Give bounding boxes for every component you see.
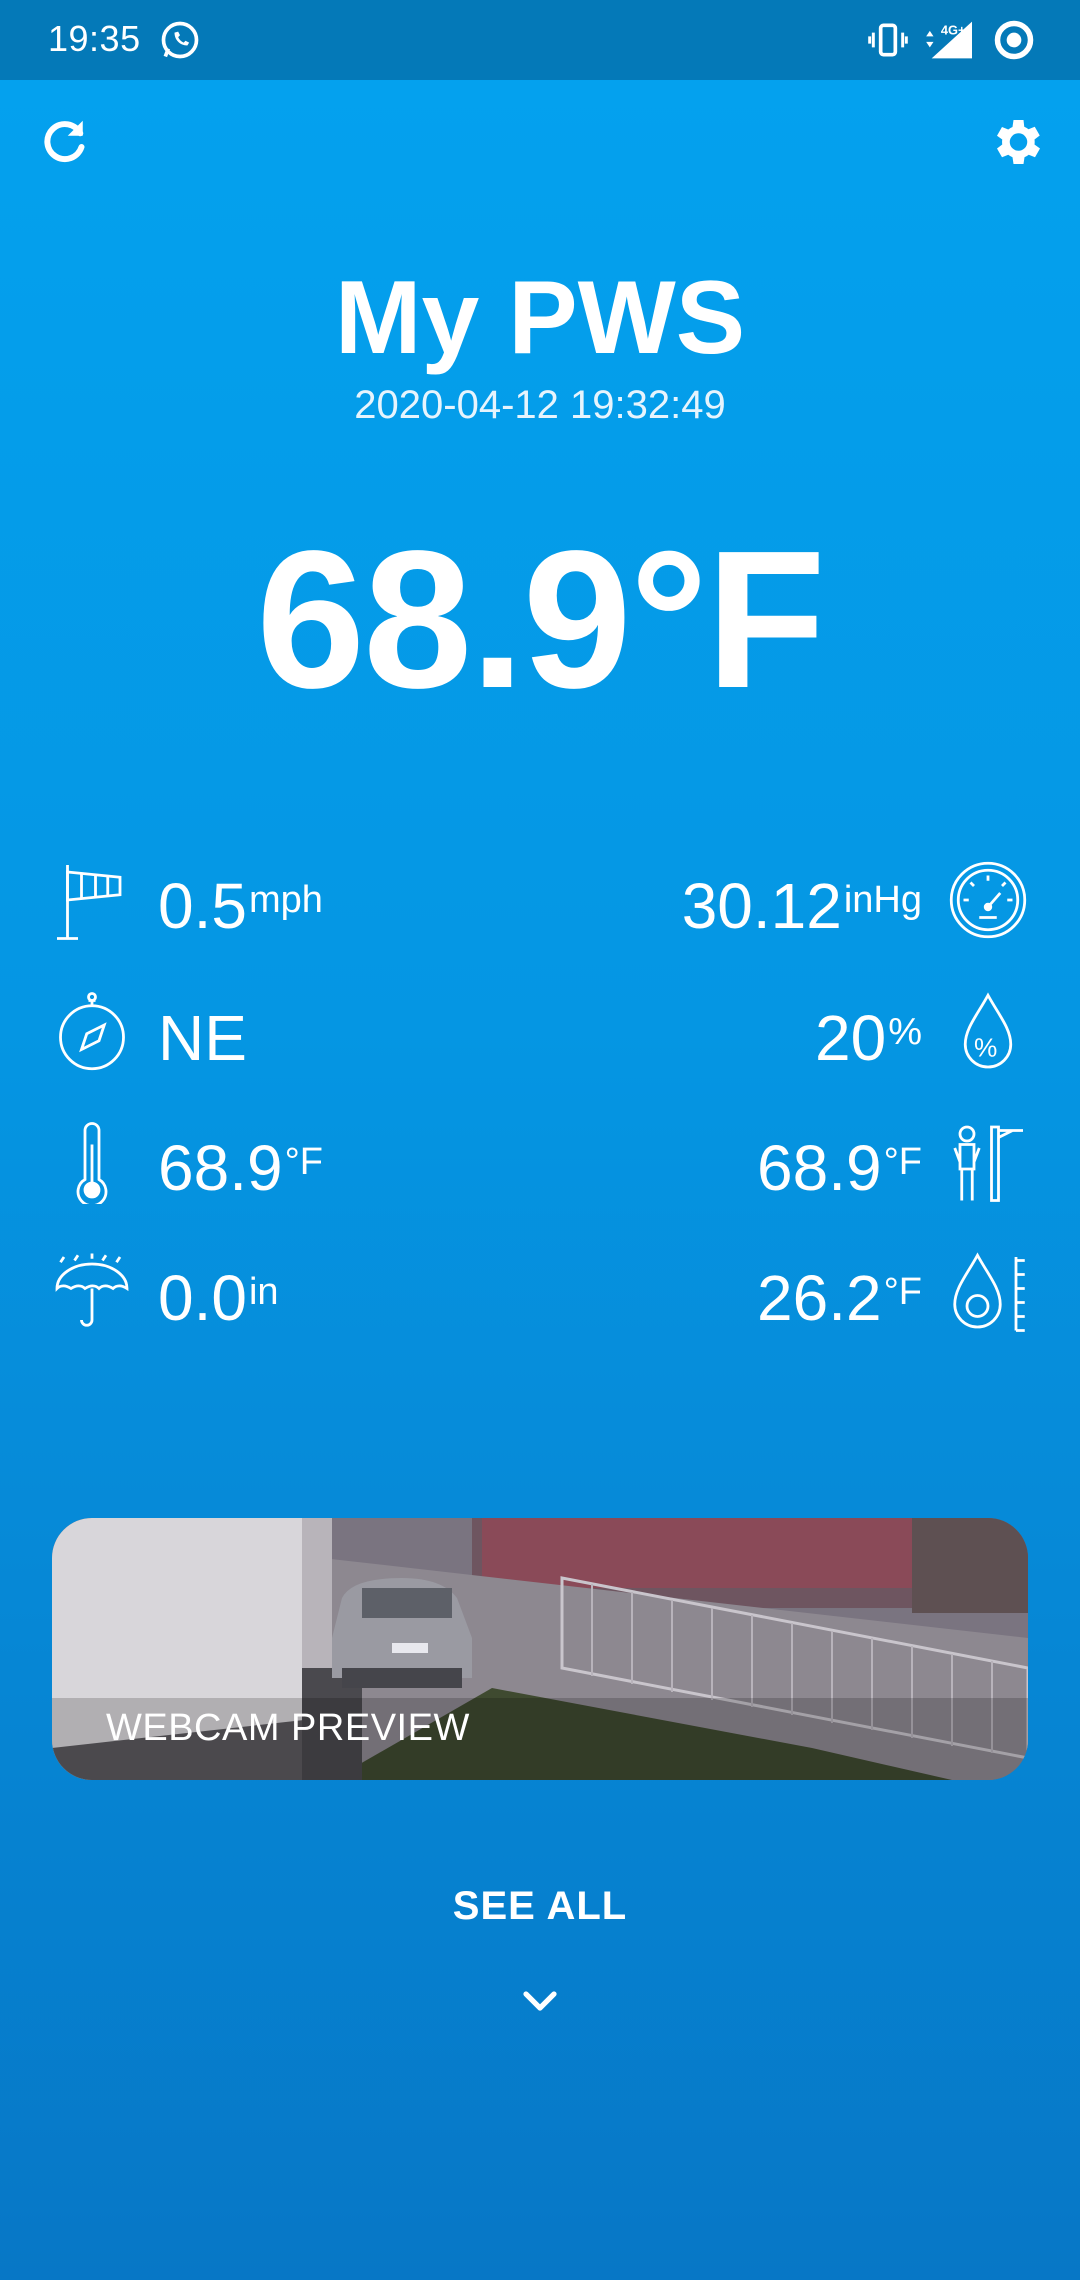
wind-direction-metric: NE [50,990,530,1086]
wind-speed-unit: mph [248,879,323,921]
see-all-button[interactable]: SEE ALL [0,1884,1080,1929]
temperature-metric: 68.9°F [50,1120,530,1216]
dew-point-metric: 26.2°F [550,1250,1030,1346]
barometer-icon [946,858,1030,942]
rain-metric: 0.0in [50,1250,530,1346]
feels-like-metric: 68.9°F [550,1120,1030,1216]
temperature-value: 68.9 [158,1132,283,1204]
pressure-metric: 30.12inHg [550,858,1030,954]
pressure-value: 30.12 [681,870,842,942]
station-name: My PWS [334,260,746,376]
sync-circle-icon [992,18,1036,62]
status-time: 19:35 [48,18,141,59]
webcam-preview-label: WEBCAM PREVIEW [106,1707,470,1749]
humidity-metric: % 20% [550,990,1030,1086]
status-bar: 19:35 4G+ [0,0,1080,80]
svg-text:%: % [974,1033,997,1063]
dew-point-value: 26.2 [757,1262,882,1334]
humidity-unit: % [888,1011,922,1053]
vibrate-icon [866,18,910,62]
windsock-icon [50,858,134,942]
weather-screen: 19:35 4G+ My PWS 2020-04-12 19:32:49 68.… [0,0,1080,2280]
thermometer-icon [50,1120,134,1208]
dew-point-icon [946,1250,1030,1334]
wind-direction-value: NE [158,1002,247,1074]
compass-icon [50,990,134,1074]
signal-4g-icon: 4G+ [924,18,976,62]
webcam-preview-card[interactable]: WEBCAM PREVIEW [52,1518,1028,1780]
chevron-down-icon[interactable] [516,1978,564,2026]
network-label: 4G+ [941,23,966,38]
wind-speed-value: 0.5 [158,870,247,942]
wind-speed-metric: 0.5mph [50,858,530,954]
dew-point-unit: °F [883,1271,922,1313]
rain-value: 0.0 [158,1262,247,1334]
umbrella-rain-icon [50,1250,134,1334]
feels-like-value: 68.9 [757,1132,882,1204]
humidity-drop-icon: % [946,990,1030,1074]
whatsapp-icon [158,18,202,62]
gear-icon[interactable] [986,112,1046,172]
refresh-icon[interactable] [34,112,94,172]
temperature-unit: °F [284,1141,323,1183]
feels-like-icon [946,1120,1030,1204]
pressure-unit: inHg [843,879,922,921]
last-update-timestamp: 2020-04-12 19:32:49 [354,383,726,427]
feels-like-unit: °F [883,1141,922,1183]
rain-unit: in [248,1271,279,1313]
humidity-value: 20 [815,1002,887,1074]
current-temperature: 68.9°F [256,510,826,729]
